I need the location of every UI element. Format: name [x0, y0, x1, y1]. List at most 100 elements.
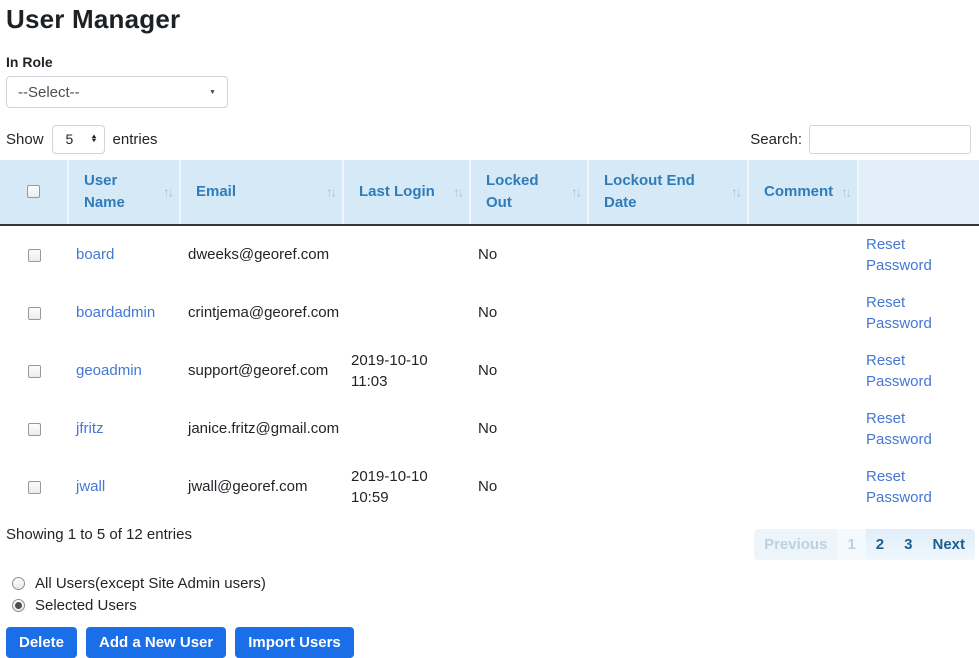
- user-name-cell: boardadmin: [68, 284, 180, 342]
- column-header-label: User Name: [84, 172, 125, 211]
- reset-password-link[interactable]: Reset Password: [866, 292, 971, 334]
- row-checkbox[interactable]: [28, 481, 41, 494]
- user-scope-option[interactable]: All Users(except Site Admin users): [12, 573, 979, 595]
- import-users-button[interactable]: Import Users: [235, 627, 354, 658]
- column-header-label: Email: [196, 183, 236, 200]
- row-checkbox[interactable]: [28, 307, 41, 320]
- sort-icon: ↑↓: [841, 183, 850, 202]
- row-checkbox-cell: [0, 342, 68, 400]
- action-cell: Reset Password: [858, 225, 979, 284]
- radio-icon[interactable]: [12, 599, 25, 612]
- action-cell: Reset Password: [858, 400, 979, 458]
- lockout-end-cell: [588, 458, 748, 516]
- user-name-cell: jfritz: [68, 400, 180, 458]
- lockout-end-cell: [588, 284, 748, 342]
- user-scope-options: All Users(except Site Admin users) Selec…: [12, 573, 979, 617]
- column-header-locked-out[interactable]: Locked Out ↑↓: [470, 160, 588, 225]
- locked-out-cell: No: [470, 342, 588, 400]
- sort-icon: ↑↓: [731, 183, 740, 202]
- sort-icon: ↑↓: [163, 183, 172, 202]
- number-spinner-icon[interactable]: ▲ ▼: [91, 135, 97, 143]
- sort-icon: ↑↓: [571, 183, 580, 202]
- search-control: Search:: [750, 125, 971, 154]
- email-cell: crintjema@georef.com: [180, 284, 343, 342]
- reset-password-link[interactable]: Reset Password: [866, 350, 971, 392]
- entries-length-control: Show 5 ▲ ▼ entries: [6, 125, 158, 154]
- table-info: Showing 1 to 5 of 12 entries: [6, 526, 192, 543]
- user-link[interactable]: geoadmin: [76, 362, 142, 379]
- last-login-cell: [343, 284, 470, 342]
- user-link[interactable]: jwall: [76, 478, 105, 495]
- action-buttons-row: Delete Add a New User Import Users: [6, 627, 979, 658]
- last-login-cell: 2019-10-10 11:03: [343, 342, 470, 400]
- pagination-next[interactable]: Next: [922, 529, 975, 560]
- radio-icon[interactable]: [12, 577, 25, 590]
- row-checkbox-cell: [0, 458, 68, 516]
- lockout-end-cell: [588, 400, 748, 458]
- user-scope-label: All Users(except Site Admin users): [35, 575, 266, 592]
- sort-icon: ↑↓: [326, 183, 335, 202]
- row-checkbox[interactable]: [28, 365, 41, 378]
- locked-out-cell: No: [470, 284, 588, 342]
- user-name-cell: board: [68, 225, 180, 284]
- column-header-actions: [858, 160, 979, 225]
- comment-cell: [748, 342, 858, 400]
- table-body: board dweeks@georef.com No Reset Passwor…: [0, 225, 979, 516]
- reset-password-link[interactable]: Reset Password: [866, 408, 971, 450]
- user-scope-label: Selected Users: [35, 597, 137, 614]
- column-header-label: Comment: [764, 183, 833, 200]
- select-all-checkbox[interactable]: [27, 185, 40, 198]
- comment-cell: [748, 284, 858, 342]
- table-row: geoadmin support@georef.com 2019-10-10 1…: [0, 342, 979, 400]
- table-row: boardadmin crintjema@georef.com No Reset…: [0, 284, 979, 342]
- search-input[interactable]: [809, 125, 971, 154]
- pagination: Previous 1 2 3 Next: [754, 529, 975, 560]
- action-cell: Reset Password: [858, 284, 979, 342]
- row-checkbox-cell: [0, 284, 68, 342]
- locked-out-cell: No: [470, 225, 588, 284]
- reset-password-link[interactable]: Reset Password: [866, 466, 971, 508]
- role-select[interactable]: --Select-- ▼: [6, 76, 228, 108]
- table-controls-row: Show 5 ▲ ▼ entries Search:: [6, 124, 971, 154]
- user-link[interactable]: jfritz: [76, 420, 104, 437]
- entries-count-value: 5: [66, 131, 74, 147]
- show-label: Show: [6, 131, 44, 148]
- chevron-down-icon: ▼: [209, 88, 216, 95]
- reset-password-link[interactable]: Reset Password: [866, 234, 971, 276]
- email-cell: janice.fritz@gmail.com: [180, 400, 343, 458]
- column-header-email[interactable]: Email ↑↓: [180, 160, 343, 225]
- email-cell: jwall@georef.com: [180, 458, 343, 516]
- column-header-user-name[interactable]: User Name ↑↓: [68, 160, 180, 225]
- user-scope-option[interactable]: Selected Users: [12, 595, 979, 617]
- users-table-header: User Name ↑↓ Email ↑↓ Last Login ↑↓ Lock…: [0, 160, 979, 225]
- user-link[interactable]: boardadmin: [76, 304, 155, 321]
- column-header-lockout-end-date[interactable]: Lockout End Date ↑↓: [588, 160, 748, 225]
- entries-label: entries: [113, 131, 158, 148]
- column-header-comment[interactable]: Comment ↑↓: [748, 160, 858, 225]
- column-header-last-login[interactable]: Last Login ↑↓: [343, 160, 470, 225]
- user-name-cell: geoadmin: [68, 342, 180, 400]
- pagination-3[interactable]: 3: [894, 529, 922, 560]
- entries-count-input[interactable]: 5 ▲ ▼: [52, 125, 105, 154]
- table-row: jwall jwall@georef.com 2019-10-10 10:59 …: [0, 458, 979, 516]
- comment-cell: [748, 225, 858, 284]
- column-header-label: Locked Out: [486, 172, 539, 211]
- pagination-1[interactable]: 1: [837, 529, 865, 560]
- delete-button[interactable]: Delete: [6, 627, 77, 658]
- row-checkbox[interactable]: [28, 249, 41, 262]
- last-login-cell: [343, 400, 470, 458]
- page-title: User Manager: [6, 4, 979, 35]
- sort-icon: ↑↓: [453, 183, 462, 202]
- pagination-2[interactable]: 2: [866, 529, 894, 560]
- spinner-down-icon[interactable]: ▼: [90, 139, 98, 143]
- pagination-previous[interactable]: Previous: [754, 529, 837, 560]
- users-table: User Name ↑↓ Email ↑↓ Last Login ↑↓ Lock…: [0, 160, 979, 516]
- row-checkbox-cell: [0, 225, 68, 284]
- table-footer-row: Showing 1 to 5 of 12 entries Previous 1 …: [0, 516, 979, 564]
- user-link[interactable]: board: [76, 246, 114, 263]
- search-label: Search:: [750, 131, 802, 148]
- comment-cell: [748, 400, 858, 458]
- row-checkbox[interactable]: [28, 423, 41, 436]
- user-name-cell: jwall: [68, 458, 180, 516]
- add-user-button[interactable]: Add a New User: [86, 627, 226, 658]
